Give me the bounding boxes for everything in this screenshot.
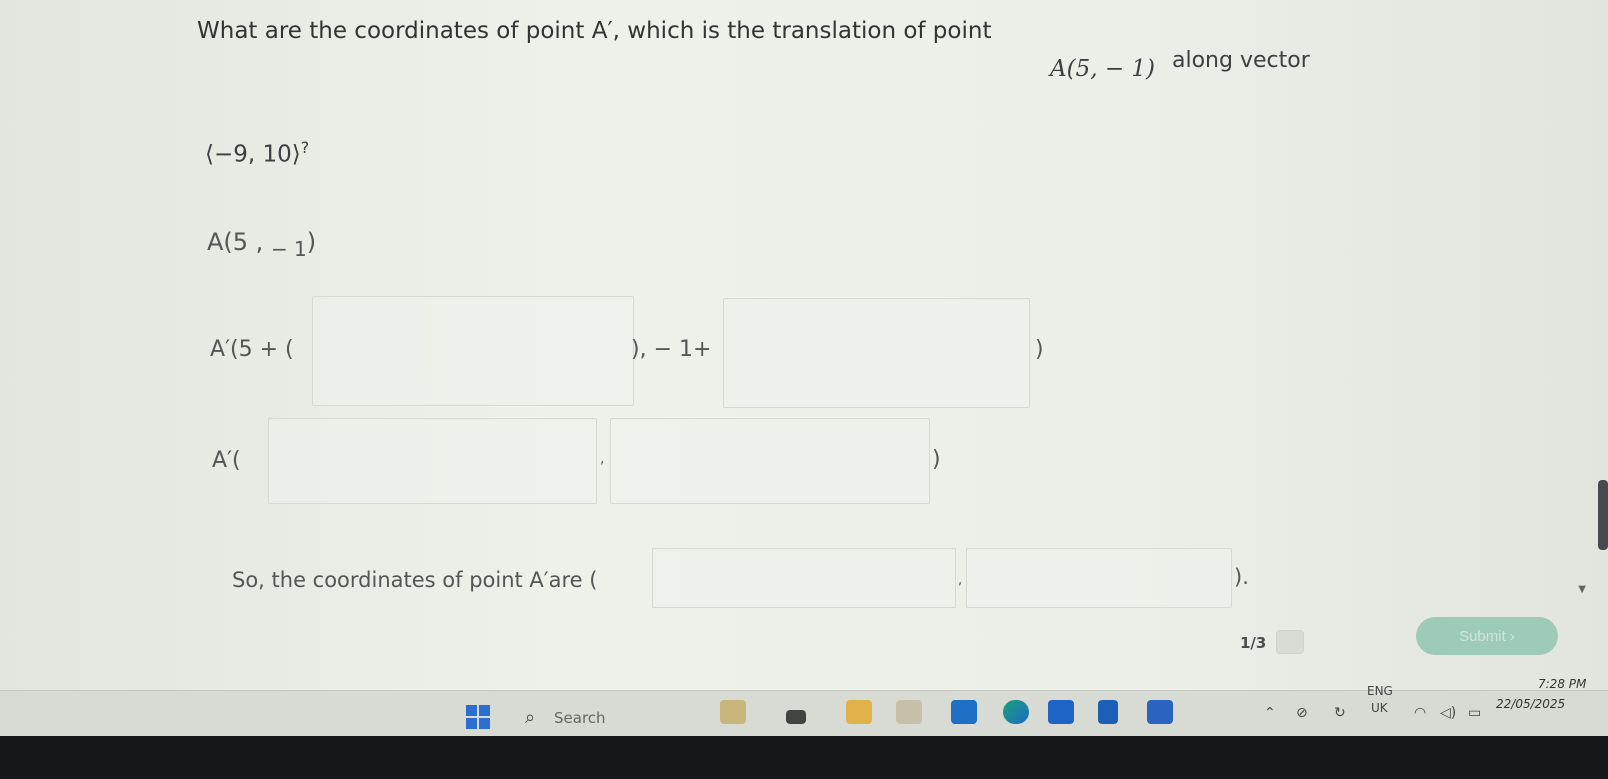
final-y-input[interactable] xyxy=(966,548,1232,608)
search-icon[interactable]: ⌕ xyxy=(525,707,535,728)
step3-comma: , xyxy=(600,451,605,467)
volume-icon[interactable]: ◁) xyxy=(1440,705,1456,721)
windows-start-icon[interactable] xyxy=(466,705,490,729)
step3-label: A′( xyxy=(212,448,241,473)
final-x-input[interactable] xyxy=(652,548,956,608)
submit-button[interactable]: Submit › xyxy=(1416,617,1558,655)
question-prompt: What are the coordinates of point A′, wh… xyxy=(197,18,992,44)
clock-time[interactable]: 7:28 PM xyxy=(1538,677,1586,691)
task-view-icon[interactable] xyxy=(786,710,806,724)
scrollbar-thumb[interactable] xyxy=(1598,480,1608,550)
shield-icon[interactable] xyxy=(1098,700,1118,724)
step1-close: ) xyxy=(306,228,317,256)
refresh-icon[interactable]: ↻ xyxy=(1334,705,1346,721)
scroll-down-icon[interactable]: ▼ xyxy=(1578,584,1586,595)
final-comma: , xyxy=(958,573,963,588)
teams-icon[interactable] xyxy=(1147,700,1173,724)
chevron-up-icon[interactable]: ⌃ xyxy=(1264,705,1276,721)
step1-y: − 1 xyxy=(270,236,307,261)
battery-icon[interactable]: ▭ xyxy=(1468,705,1481,721)
progress-box xyxy=(1276,630,1304,654)
new-y-input[interactable] xyxy=(610,418,930,504)
widgets-icon[interactable] xyxy=(720,700,746,724)
language-top[interactable]: ENG xyxy=(1367,684,1393,698)
step3-close: ) xyxy=(932,447,941,472)
step2-label: A′(5 + ( xyxy=(210,337,294,362)
question-suffix: along vector xyxy=(1172,48,1310,73)
mail-icon[interactable] xyxy=(1048,700,1074,724)
store-icon[interactable] xyxy=(951,700,977,724)
step2-close: ) xyxy=(1035,337,1044,362)
progress-indicator: 1/3 xyxy=(1240,634,1267,652)
wifi-icon[interactable]: ◠ xyxy=(1414,705,1426,721)
step2-middle: ), − 1+ xyxy=(631,337,712,362)
new-x-input[interactable] xyxy=(268,418,597,504)
vector-value: ⟨−9, 10⟩ xyxy=(205,141,301,168)
sync-icon[interactable]: ⊘ xyxy=(1296,705,1308,721)
language-bottom[interactable]: UK xyxy=(1371,701,1388,715)
clock-date[interactable]: 22/05/2025 xyxy=(1496,697,1565,711)
final-close: ). xyxy=(1234,565,1249,589)
step1-prefix: A(5 , xyxy=(207,228,271,256)
question-point: A(5, − 1) xyxy=(1050,56,1156,82)
screen-bezel xyxy=(0,736,1608,779)
app-icon[interactable] xyxy=(896,700,922,724)
translation-vector: ⟨−9, 10⟩? xyxy=(205,138,309,168)
edge-browser-icon[interactable] xyxy=(1003,700,1029,724)
y-change-input[interactable] xyxy=(723,298,1030,408)
x-change-input[interactable] xyxy=(312,296,634,406)
file-explorer-icon[interactable] xyxy=(846,700,872,724)
question-mark: ? xyxy=(300,138,310,157)
taskbar-search[interactable]: Search xyxy=(554,709,606,727)
question-text: What are the coordinates of point A′, wh… xyxy=(197,18,991,44)
final-text: So, the coordinates of point A′are ( xyxy=(232,568,598,592)
step-original-point: A(5 , − 1) xyxy=(207,228,316,261)
